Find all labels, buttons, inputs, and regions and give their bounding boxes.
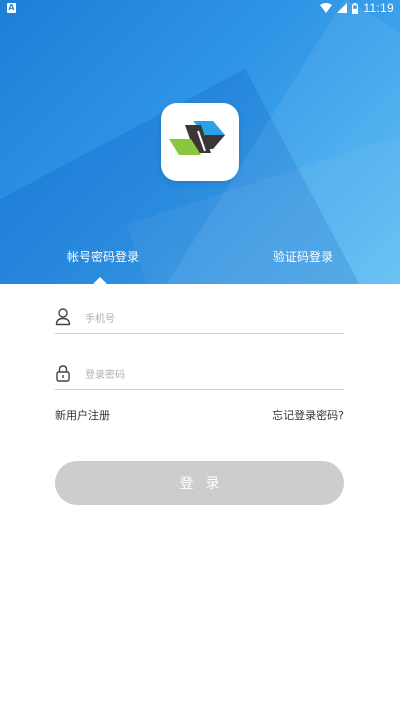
password-field (55, 361, 344, 390)
user-icon (55, 308, 71, 326)
app-logo-icon (161, 103, 239, 181)
cellular-signal-icon (337, 3, 348, 13)
clock-time: 11:19 (363, 1, 394, 15)
tab-verification-code-login[interactable]: 验证码登录 (273, 248, 333, 265)
status-bar: A 11:19 (0, 0, 400, 18)
header-banner: A 11:19 帐号密码登录 验证码登录 (0, 0, 400, 284)
phone-input[interactable] (85, 309, 335, 329)
phone-field (55, 305, 344, 334)
notification-app-icon: A (7, 3, 16, 13)
tab-account-password-login[interactable]: 帐号密码登录 (67, 248, 139, 265)
lock-icon (56, 365, 70, 382)
register-link[interactable]: 新用户注册 (55, 407, 110, 423)
login-button[interactable]: 登录 (55, 461, 344, 505)
battery-icon (352, 2, 359, 14)
status-icons: 11:19 (320, 1, 394, 15)
forgot-password-link[interactable]: 忘记登录密码? (272, 407, 344, 423)
active-tab-indicator (93, 277, 107, 284)
password-input[interactable] (85, 365, 335, 385)
wifi-icon (320, 3, 333, 13)
